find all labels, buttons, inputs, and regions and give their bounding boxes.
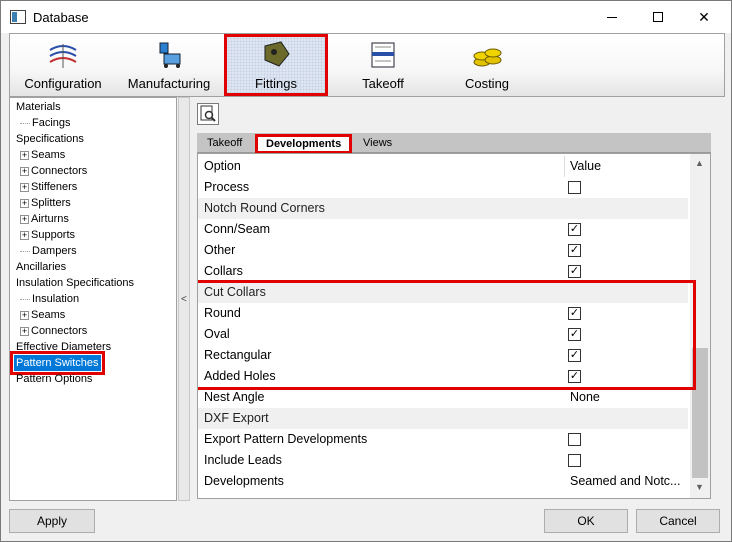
- pane-splitter[interactable]: <: [178, 97, 190, 501]
- tree-item-insulation-connectors[interactable]: + Connectors: [20, 323, 87, 339]
- category-tree: Materials Facings Specifications + Seams …: [9, 97, 177, 501]
- checkbox-checked[interactable]: ✓: [568, 223, 581, 236]
- grid-section-notch-round-corners: Notch Round Corners: [198, 198, 688, 219]
- expand-icon: +: [20, 165, 29, 176]
- takeoff-icon: [371, 42, 395, 68]
- configuration-icon: [49, 44, 77, 68]
- costing-icon: [473, 48, 502, 67]
- ribbon-tab-label: Fittings: [255, 76, 297, 91]
- grid-row-process[interactable]: Process: [198, 177, 688, 198]
- tree-item-dampers[interactable]: Dampers: [20, 243, 77, 259]
- expand-icon: +: [20, 213, 29, 224]
- cancel-button[interactable]: Cancel: [636, 509, 720, 533]
- checkbox-unchecked[interactable]: [568, 433, 581, 446]
- tab-views[interactable]: Views: [363, 136, 392, 152]
- print-preview-button[interactable]: [197, 103, 219, 125]
- tab-developments[interactable]: Developments: [255, 134, 353, 154]
- manufacturing-icon: [159, 42, 181, 68]
- grid-row-include-leads[interactable]: Include Leads: [198, 450, 688, 471]
- apply-button[interactable]: Apply: [9, 509, 95, 533]
- tree-item-supports[interactable]: + Supports: [20, 227, 75, 243]
- close-icon: ✕: [698, 8, 710, 25]
- grid-section-dxf-export: DXF Export: [198, 408, 688, 429]
- minimize-button[interactable]: [589, 1, 635, 33]
- grid-row-collars[interactable]: Collars ✓: [198, 261, 688, 282]
- scrollbar-thumb[interactable]: [692, 348, 708, 478]
- tree-item-stiffeners[interactable]: + Stiffeners: [20, 179, 77, 195]
- maximize-icon: [653, 12, 663, 22]
- ribbon-tab-label: Takeoff: [362, 76, 404, 91]
- minimize-icon: [607, 16, 617, 18]
- ribbon-toolbar: Configuration Manufacturing Fittings Tak…: [9, 33, 725, 97]
- sub-tab-bar: Takeoff Developments Views: [197, 133, 711, 154]
- tree-item-splitters[interactable]: + Splitters: [20, 195, 71, 211]
- ribbon-tab-takeoff[interactable]: Takeoff: [330, 34, 436, 96]
- grid-row-export-pattern-developments[interactable]: Export Pattern Developments: [198, 429, 688, 450]
- property-grid: Option Value Process Notch Round Corners…: [197, 153, 711, 499]
- grid-row-nest-angle[interactable]: Nest Angle None: [198, 387, 688, 408]
- ribbon-tab-label: Configuration: [24, 76, 102, 91]
- grid-row-other[interactable]: Other ✓: [198, 240, 688, 261]
- tree-item-ancillaries[interactable]: Ancillaries: [16, 259, 66, 275]
- tree-item-pattern-options[interactable]: Pattern Options: [16, 371, 92, 387]
- tree-item-airturns[interactable]: + Airturns: [20, 211, 69, 227]
- ribbon-tab-costing[interactable]: Costing: [434, 34, 540, 96]
- ribbon-tab-label: Manufacturing: [127, 76, 211, 91]
- scroll-down-icon[interactable]: ▼: [695, 482, 704, 492]
- developments-value[interactable]: Seamed and Notc...: [570, 471, 680, 492]
- tree-item-specifications[interactable]: Specifications: [16, 131, 84, 147]
- maximize-button[interactable]: [635, 1, 681, 33]
- grid-row-conn-seam[interactable]: Conn/Seam ✓: [198, 219, 688, 240]
- option-column-header: Option: [204, 159, 241, 173]
- checkbox-checked[interactable]: ✓: [568, 265, 581, 278]
- grid-row-added-holes[interactable]: Added Holes ✓: [198, 366, 688, 387]
- tab-takeoff[interactable]: Takeoff: [207, 136, 242, 152]
- tree-item-effective-diameters[interactable]: Effective Diameters: [16, 339, 111, 355]
- checkbox-unchecked[interactable]: [568, 454, 581, 467]
- value-column-header: Value: [570, 159, 602, 173]
- expand-icon: +: [20, 325, 29, 336]
- checkbox-unchecked[interactable]: [568, 181, 581, 194]
- tree-item-facings[interactable]: Facings: [20, 115, 71, 131]
- print-preview-icon: [200, 105, 216, 122]
- window-title: Database: [33, 10, 89, 25]
- title-bar: Database ✕: [1, 1, 731, 33]
- ribbon-tab-configuration[interactable]: Configuration: [10, 34, 116, 96]
- grid-row-rectangular[interactable]: Rectangular ✓: [198, 345, 688, 366]
- tree-item-pattern-switches[interactable]: Pattern Switches: [10, 351, 105, 375]
- vertical-scrollbar[interactable]: ▲ ▼: [690, 154, 710, 498]
- tree-item-insulation[interactable]: Insulation: [20, 291, 79, 307]
- fittings-icon: [264, 41, 290, 67]
- expand-icon: +: [20, 229, 29, 240]
- grid-row-oval[interactable]: Oval ✓: [198, 324, 688, 345]
- grid-row-round[interactable]: Round ✓: [198, 303, 688, 324]
- tree-item-insulation-specifications[interactable]: Insulation Specifications: [16, 275, 134, 291]
- checkbox-checked[interactable]: ✓: [568, 244, 581, 257]
- scroll-up-icon[interactable]: ▲: [695, 158, 704, 168]
- expand-icon: +: [20, 181, 29, 192]
- grid-row-developments[interactable]: Developments Seamed and Notc...: [198, 471, 688, 492]
- ribbon-tab-label: Costing: [464, 76, 510, 91]
- checkbox-checked[interactable]: ✓: [568, 307, 581, 320]
- ok-button[interactable]: OK: [544, 509, 628, 533]
- close-button[interactable]: ✕: [681, 1, 727, 33]
- app-icon: [10, 10, 26, 24]
- tree-item-insulation-seams[interactable]: + Seams: [20, 307, 65, 323]
- collapse-arrow-icon[interactable]: <: [181, 294, 187, 305]
- grid-header: Option Value: [198, 156, 688, 177]
- tree-item-seams[interactable]: + Seams: [20, 147, 65, 163]
- tree-item-materials[interactable]: Materials: [16, 99, 61, 115]
- expand-icon: +: [20, 149, 29, 160]
- nest-angle-value[interactable]: None: [570, 387, 600, 408]
- expand-icon: +: [20, 197, 29, 208]
- checkbox-checked[interactable]: ✓: [568, 370, 581, 383]
- tree-item-connectors[interactable]: + Connectors: [20, 163, 87, 179]
- checkbox-checked[interactable]: ✓: [568, 349, 581, 362]
- ribbon-tab-manufacturing[interactable]: Manufacturing: [116, 34, 222, 96]
- expand-icon: +: [20, 309, 29, 320]
- ribbon-tab-fittings[interactable]: Fittings: [224, 34, 328, 96]
- database-window: Database ✕ Configuration Manufacturing F…: [0, 0, 732, 542]
- grid-section-cut-collars: Cut Collars: [198, 282, 688, 303]
- checkbox-checked[interactable]: ✓: [568, 328, 581, 341]
